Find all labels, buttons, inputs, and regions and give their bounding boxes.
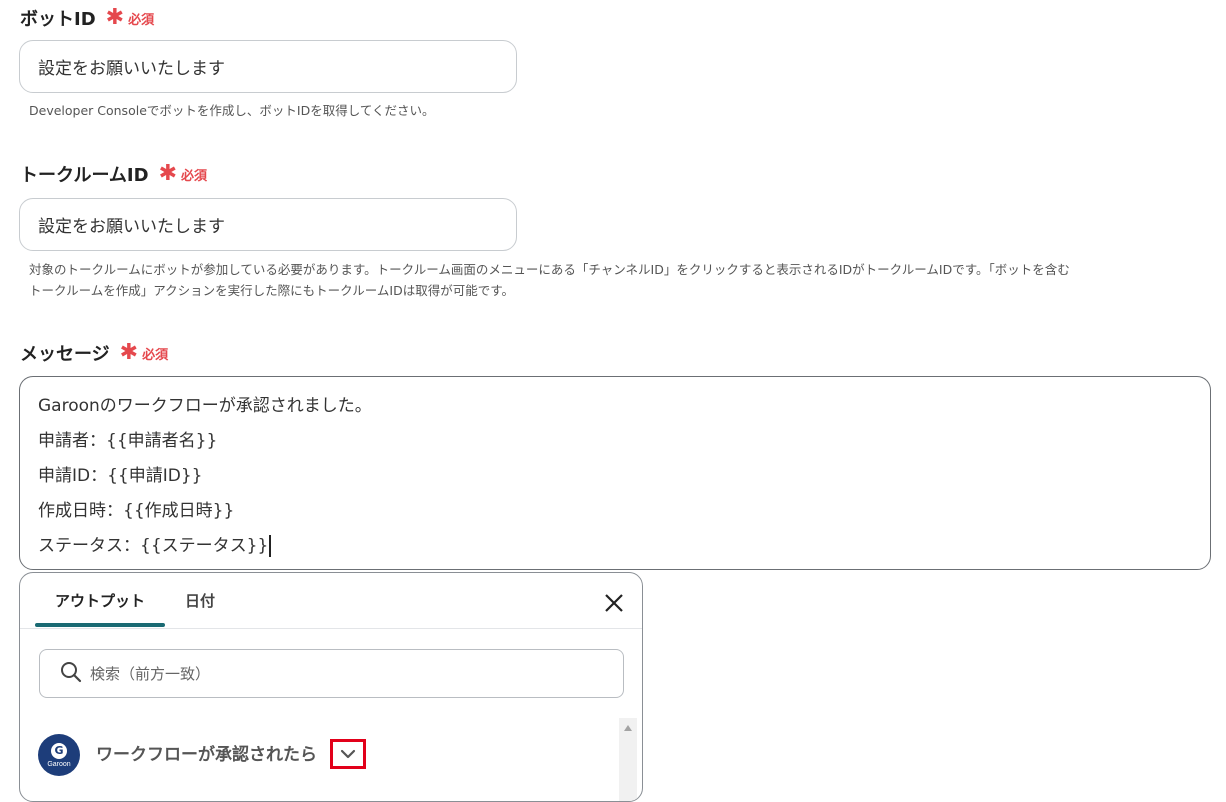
garoon-logo: G Garoon: [38, 734, 80, 776]
bot-id-help: Developer Consoleでボットを作成し、ボットIDを取得してください…: [29, 103, 435, 118]
required-text: 必須: [128, 12, 155, 28]
search-box[interactable]: [39, 649, 624, 698]
talkroom-id-label: トークルームID ✱ 必須: [20, 161, 207, 187]
talkroom-id-help-line1: 対象のトークルームにボットが参加している必要があります。トークルーム画面のメニュ…: [29, 262, 1070, 277]
talkroom-id-help-line2: トークルームを作成」アクションを実行した際にもトークルームIDは取得が可能です。: [29, 283, 514, 298]
tab-output[interactable]: アウトプット: [35, 573, 165, 628]
active-tab-indicator: [35, 623, 165, 627]
bot-id-label: ボットID ✱ 必須: [20, 5, 154, 31]
search-icon: [60, 661, 82, 687]
expand-button[interactable]: [330, 739, 366, 769]
message-line: Garoonのワークフローが承認されました。: [38, 396, 372, 416]
asterisk-icon: ✱: [105, 5, 125, 30]
message-line: 申請ID：{{申請ID}}: [38, 466, 203, 486]
required-badge: ✱ 必須: [106, 7, 154, 29]
close-icon[interactable]: [600, 589, 628, 617]
talkroom-id-value: 設定をお願いいたします: [38, 217, 225, 237]
required-text: 必須: [181, 168, 208, 184]
output-panel: アウトプット 日付 G Garoon ワークフローが承認されたら: [19, 572, 643, 802]
asterisk-icon: ✱: [158, 161, 177, 186]
talkroom-id-input[interactable]: 設定をお願いいたします: [19, 198, 517, 251]
message-line: 作成日時：{{作成日時}}: [38, 501, 235, 521]
talkroom-id-label-text: トークルームID: [20, 165, 149, 186]
tab-date[interactable]: 日付: [170, 573, 230, 628]
trigger-title[interactable]: ワークフローが承認されたら: [96, 740, 317, 765]
required-text: 必須: [142, 347, 169, 363]
message-line-text: ステータス：{{ステータス}}: [38, 536, 269, 556]
bot-id-input[interactable]: 設定をお願いいたします: [19, 40, 517, 93]
bot-id-label-text: ボットID: [20, 9, 96, 30]
message-line-last: ステータス：{{ステータス}}: [38, 531, 1192, 566]
scroll-up-arrow-icon[interactable]: [624, 725, 632, 731]
chevron-down-icon: [339, 745, 357, 764]
message-textarea[interactable]: Garoonのワークフローが承認されました。 申請者：{{申請者名}} 申請ID…: [19, 376, 1211, 570]
bot-id-value: 設定をお願いいたします: [38, 59, 225, 79]
asterisk-icon: ✱: [119, 340, 139, 365]
message-label: メッセージ ✱ 必須: [20, 340, 168, 366]
message-label-text: メッセージ: [20, 344, 110, 365]
message-line: 申請者：{{申請者名}}: [38, 431, 218, 451]
talkroom-id-help: 対象のトークルームにボットが参加している必要があります。トークルーム画面のメニュ…: [29, 259, 1219, 301]
garoon-logo-text: Garoon: [47, 760, 71, 768]
required-badge: ✱ 必須: [159, 163, 207, 185]
search-input[interactable]: [88, 663, 572, 684]
panel-tabs: アウトプット 日付: [20, 573, 642, 629]
text-caret: [269, 535, 271, 557]
required-badge: ✱ 必須: [120, 342, 168, 364]
garoon-g-icon: G: [51, 742, 67, 759]
